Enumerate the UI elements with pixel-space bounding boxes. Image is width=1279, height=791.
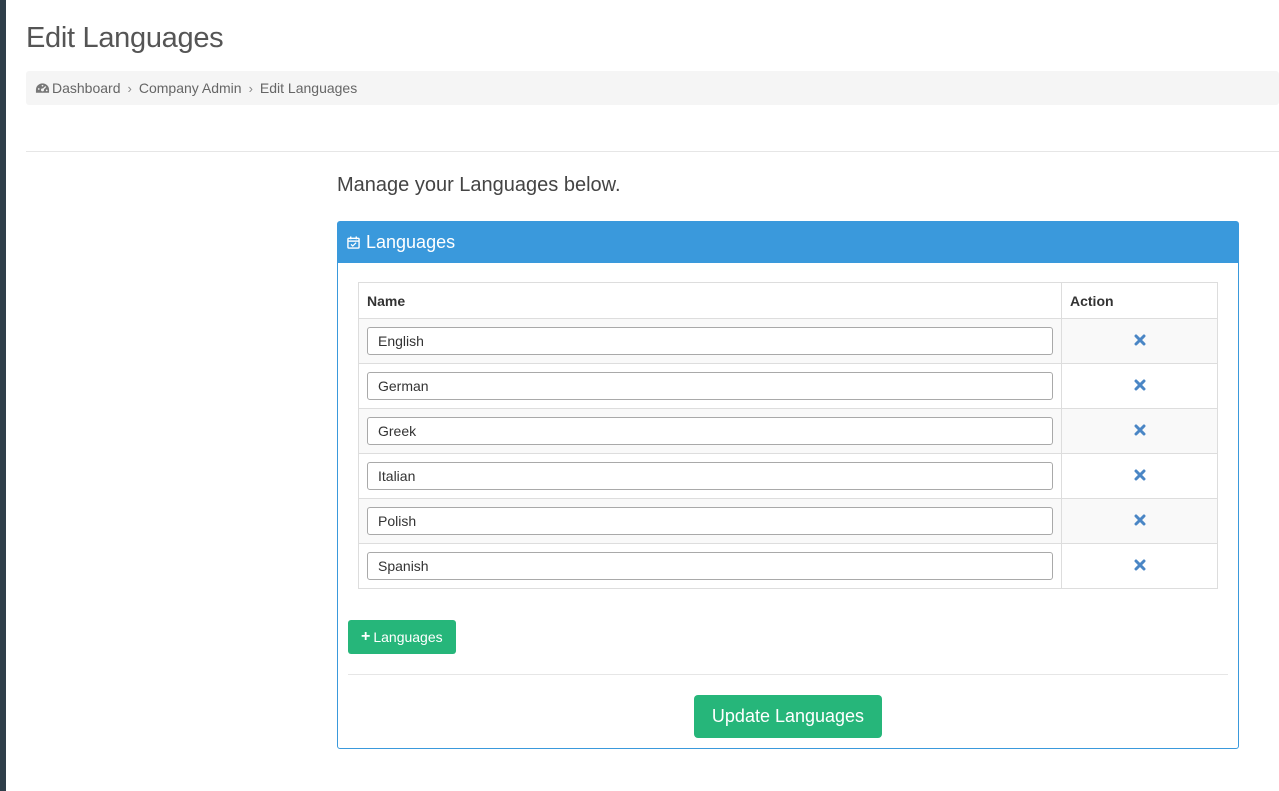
language-name-input[interactable]: [367, 462, 1053, 490]
divider: [26, 151, 1279, 152]
action-cell: [1061, 363, 1218, 409]
breadcrumb-dashboard[interactable]: Dashboard: [35, 80, 121, 96]
breadcrumb: Dashboard › Company Admin › Edit Languag…: [26, 71, 1279, 105]
languages-panel: Languages Name Action English German Gre…: [337, 221, 1239, 749]
table-row: [358, 543, 1218, 589]
name-cell: [358, 363, 1062, 409]
action-cell: [1061, 318, 1218, 364]
add-language-button[interactable]: + Languages: [348, 620, 456, 654]
close-icon[interactable]: [1133, 513, 1147, 527]
language-name-input[interactable]: [367, 372, 1053, 400]
name-cell: [358, 453, 1062, 499]
action-cell: [1061, 408, 1218, 454]
table-row: [358, 363, 1218, 409]
update-languages-button[interactable]: Update Languages: [694, 695, 882, 738]
panel-header: Languages: [338, 222, 1238, 263]
chevron-right-icon: ›: [127, 80, 132, 96]
plus-icon: +: [361, 628, 371, 645]
language-name-input[interactable]: [367, 552, 1053, 580]
table-row: [358, 498, 1218, 544]
name-cell: [358, 498, 1062, 544]
dashboard-icon: [35, 83, 50, 93]
action-cell: [1061, 498, 1218, 544]
action-cell: [1061, 543, 1218, 589]
name-cell: [358, 318, 1062, 364]
calendar-check-icon: [347, 236, 360, 249]
table-row: [358, 318, 1218, 364]
table-header-row: Name Action: [358, 282, 1218, 319]
close-icon[interactable]: [1133, 423, 1147, 437]
language-name-input[interactable]: [367, 327, 1053, 355]
language-name-input[interactable]: [367, 417, 1053, 445]
name-cell: [358, 543, 1062, 589]
close-icon[interactable]: [1133, 333, 1147, 347]
page-title: Edit Languages: [26, 22, 224, 54]
intro-text: Manage your Languages below.: [337, 174, 621, 196]
close-icon[interactable]: [1133, 378, 1147, 392]
add-language-label: Languages: [373, 629, 443, 645]
name-cell: [358, 408, 1062, 454]
sidebar-edge: [0, 0, 6, 791]
chevron-right-icon: ›: [248, 80, 253, 96]
close-icon[interactable]: [1133, 558, 1147, 572]
action-cell: [1061, 453, 1218, 499]
languages-table: Name Action: [358, 282, 1218, 589]
column-header-action: Action: [1061, 282, 1218, 319]
breadcrumb-current: Edit Languages: [260, 80, 357, 96]
panel-divider: [348, 674, 1228, 675]
close-icon[interactable]: [1133, 468, 1147, 482]
breadcrumb-label: Company Admin: [138, 80, 242, 96]
column-header-name: Name: [358, 282, 1062, 319]
breadcrumb-label: Edit Languages: [259, 80, 358, 96]
breadcrumb-company-admin[interactable]: Company Admin: [139, 80, 242, 96]
panel-title: Languages: [366, 232, 456, 252]
table-row: [358, 408, 1218, 454]
breadcrumb-label: Dashboard: [52, 80, 121, 96]
table-row: [358, 453, 1218, 499]
language-name-input[interactable]: [367, 507, 1053, 535]
